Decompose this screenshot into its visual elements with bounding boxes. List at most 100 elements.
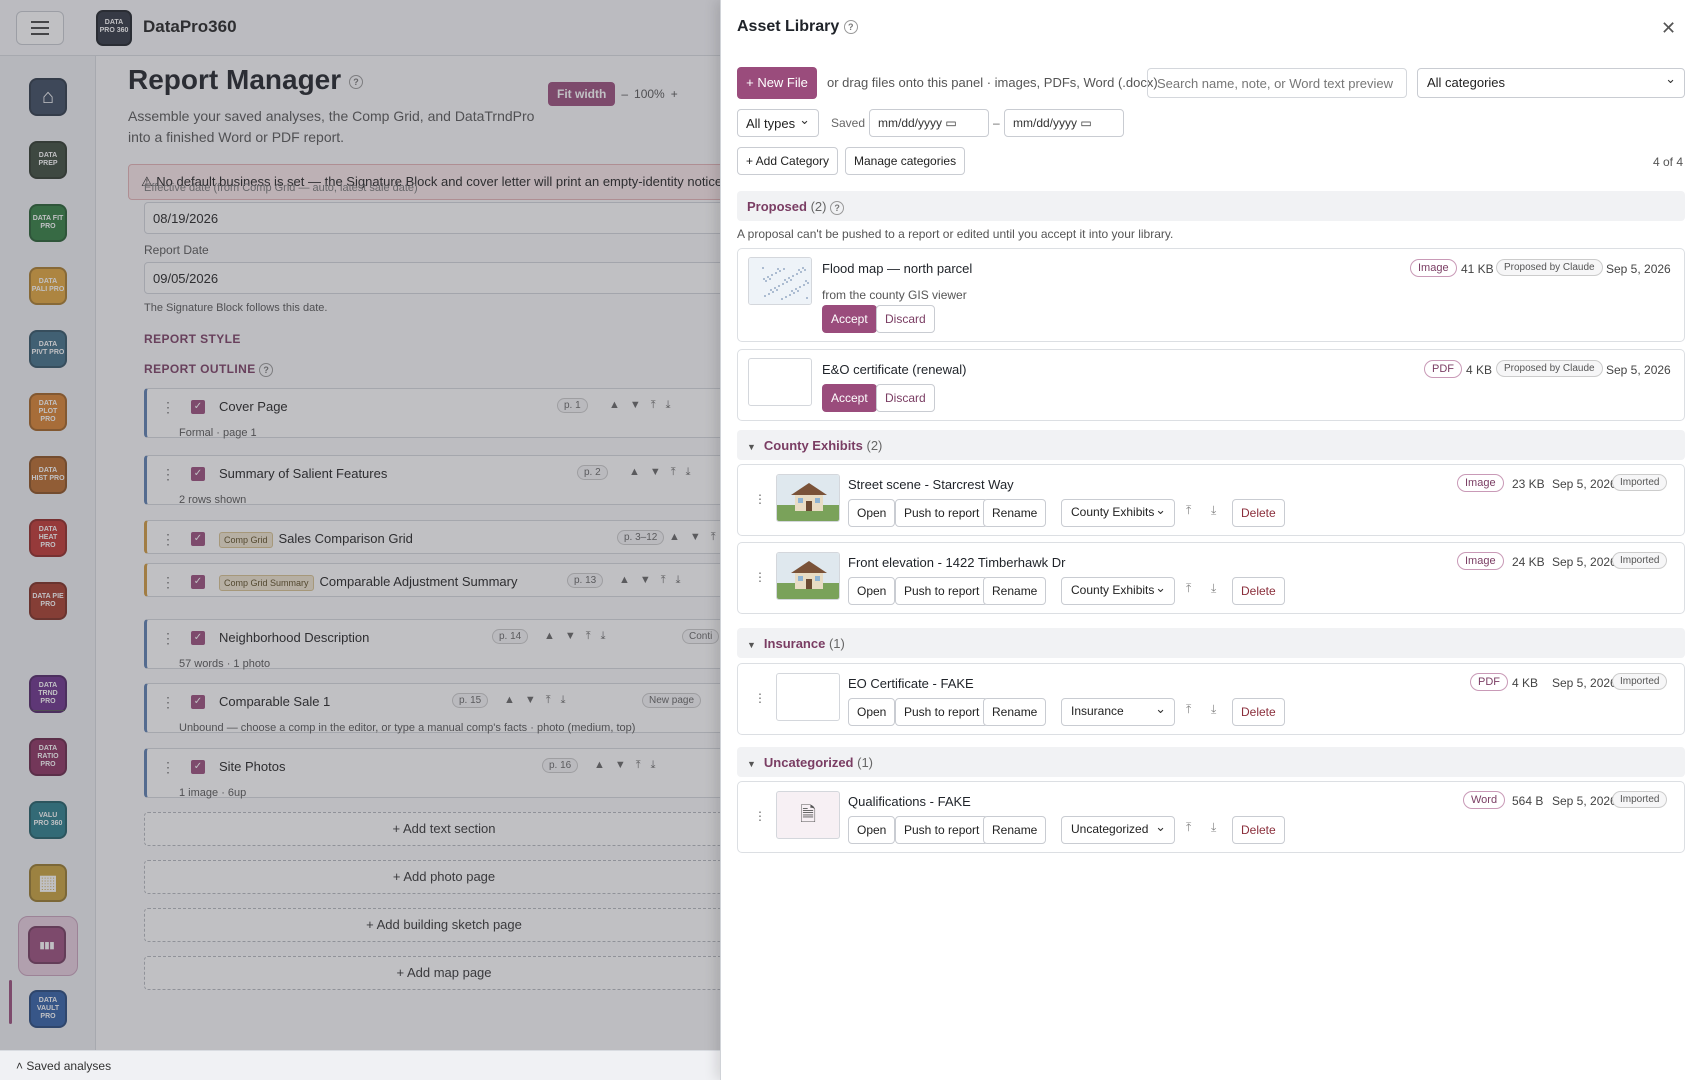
push-button[interactable]: Push to report bbox=[895, 577, 989, 605]
asset-card: ⋮ EO Certificate - FAKE Open Push to report… bbox=[737, 663, 1685, 735]
rename-button[interactable]: Rename bbox=[983, 816, 1047, 844]
date-to-field[interactable]: mm/dd/yyyy ▭ bbox=[1004, 109, 1124, 137]
asset-title: EO Certificate - FAKE bbox=[848, 676, 974, 691]
move-bottom-icon[interactable]: ⤓ bbox=[1211, 503, 1216, 518]
proposed-asset-card: E&O certificate (renewal) PDF 4 KB Proposed… bbox=[737, 349, 1685, 421]
asset-note: from the county GIS viewer bbox=[822, 288, 967, 302]
asset-thumbnail bbox=[776, 673, 840, 721]
asset-card: ⋮ Street scene - Starcrest Way Open Push to… bbox=[737, 464, 1685, 536]
proposed-asset-card: Flood map — north parcel from the county … bbox=[737, 248, 1685, 342]
type-badge: Image bbox=[1457, 552, 1504, 570]
move-bottom-icon[interactable]: ⤓ bbox=[1211, 820, 1216, 835]
saved-analyses-bar[interactable]: ˄ Saved analyses bbox=[0, 1050, 720, 1080]
search-input[interactable]: Search name, note, or Word text preview bbox=[1147, 68, 1407, 98]
proposed-by-badge: Proposed by Claude bbox=[1496, 360, 1603, 377]
category-group-header[interactable]: ▼ Insurance (1) bbox=[737, 628, 1685, 658]
drag-handle-icon[interactable]: ⋮ bbox=[754, 809, 766, 823]
type-filter[interactable]: All types bbox=[737, 109, 819, 137]
add-category-button[interactable]: + Add Category bbox=[737, 147, 839, 175]
new-file-button[interactable]: + New File bbox=[737, 67, 817, 99]
collapse-caret-icon[interactable]: ▼ bbox=[747, 442, 756, 452]
file-size: 564 B bbox=[1512, 794, 1544, 808]
delete-button[interactable]: Delete bbox=[1232, 577, 1285, 605]
group-label: Insurance bbox=[763, 636, 826, 651]
status-badge: Imported bbox=[1612, 552, 1668, 569]
proposed-by-badge: Proposed by Claude bbox=[1496, 259, 1603, 276]
date-saved: Sep 5, 2026 bbox=[1552, 794, 1617, 808]
date-from-field[interactable]: mm/dd/yyyy ▭ bbox=[869, 109, 989, 137]
drag-handle-icon[interactable]: ⋮ bbox=[754, 492, 766, 506]
accept-button[interactable]: Accept bbox=[822, 305, 877, 333]
rename-button[interactable]: Rename bbox=[983, 577, 1047, 605]
open-button[interactable]: Open bbox=[848, 816, 896, 844]
delete-button[interactable]: Delete bbox=[1232, 816, 1285, 844]
category-select[interactable]: County Exhibits bbox=[1061, 577, 1175, 605]
group-label: County Exhibits bbox=[763, 438, 863, 453]
document-icon: 🗎 bbox=[799, 804, 817, 826]
category-group-header[interactable]: ▼ County Exhibits (2) bbox=[737, 430, 1685, 460]
discard-button[interactable]: Discard bbox=[876, 305, 935, 333]
result-count: 4 of 4 bbox=[1653, 155, 1684, 169]
move-top-icon[interactable]: ⤒ bbox=[1186, 702, 1191, 717]
delete-button[interactable]: Delete bbox=[1232, 698, 1285, 726]
date-saved: Sep 5, 2026 bbox=[1552, 555, 1617, 569]
modal-backdrop[interactable] bbox=[0, 0, 720, 1080]
drag-handle-icon[interactable]: ⋮ bbox=[754, 691, 766, 705]
push-button[interactable]: Push to report bbox=[895, 816, 989, 844]
open-button[interactable]: Open bbox=[848, 577, 896, 605]
manage-categories-button[interactable]: Manage categories bbox=[845, 147, 966, 175]
status-badge: Imported bbox=[1612, 673, 1668, 690]
help-icon[interactable]: ? bbox=[843, 19, 858, 34]
push-button[interactable]: Push to report bbox=[895, 698, 989, 726]
move-bottom-icon[interactable]: ⤓ bbox=[1211, 581, 1216, 596]
accept-button[interactable]: Accept bbox=[822, 384, 877, 412]
drag-handle-icon[interactable]: ⋮ bbox=[754, 570, 766, 584]
drag-hint: or drag files onto this panel · images, … bbox=[827, 75, 1158, 90]
panel-title: Asset Library ? bbox=[737, 18, 858, 36]
file-size: 23 KB bbox=[1512, 477, 1545, 491]
move-bottom-icon[interactable]: ⤓ bbox=[1211, 702, 1216, 717]
discard-button[interactable]: Discard bbox=[876, 384, 935, 412]
move-top-icon[interactable]: ⤒ bbox=[1186, 581, 1191, 596]
close-icon[interactable]: ✕ bbox=[1661, 18, 1676, 39]
type-badge: PDF bbox=[1424, 360, 1462, 378]
caret-up-icon: ˄ bbox=[16, 1059, 24, 1073]
rename-button[interactable]: Rename bbox=[983, 698, 1047, 726]
move-top-icon[interactable]: ⤒ bbox=[1186, 503, 1191, 518]
delete-button[interactable]: Delete bbox=[1232, 499, 1285, 527]
open-button[interactable]: Open bbox=[848, 698, 896, 726]
category-select[interactable]: Insurance bbox=[1061, 698, 1175, 726]
category-filter[interactable]: All categories bbox=[1417, 68, 1685, 98]
move-top-icon[interactable]: ⤒ bbox=[1186, 820, 1191, 835]
asset-card: ⋮ 🗎 Qualifications - FAKE Open Push to repor… bbox=[737, 781, 1685, 853]
category-select[interactable]: Uncategorized bbox=[1061, 816, 1175, 844]
group-label: Uncategorized bbox=[763, 755, 854, 770]
open-button[interactable]: Open bbox=[848, 499, 896, 527]
date-saved: Sep 5, 2026 bbox=[1552, 477, 1617, 491]
asset-thumbnail bbox=[748, 257, 812, 305]
collapse-caret-icon[interactable]: ▼ bbox=[747, 759, 756, 769]
date-separator: – bbox=[993, 116, 1000, 130]
category-group-header[interactable]: ▼ Uncategorized (1) bbox=[737, 747, 1685, 777]
asset-title: Qualifications - FAKE bbox=[848, 794, 971, 809]
file-size: 24 KB bbox=[1512, 555, 1545, 569]
date-saved: Sep 5, 2026 bbox=[1606, 262, 1671, 276]
asset-title: Street scene - Starcrest Way bbox=[848, 477, 1014, 492]
push-button[interactable]: Push to report bbox=[895, 499, 989, 527]
asset-thumbnail bbox=[748, 358, 812, 406]
category-select[interactable]: County Exhibits bbox=[1061, 499, 1175, 527]
type-badge: Word bbox=[1463, 791, 1506, 809]
asset-title: E&O certificate (renewal) bbox=[822, 362, 967, 377]
collapse-caret-icon[interactable]: ▼ bbox=[747, 640, 756, 650]
file-size: 4 KB bbox=[1512, 676, 1539, 690]
rename-button[interactable]: Rename bbox=[983, 499, 1047, 527]
asset-library-panel: Asset Library ? ✕ + New File or drag fil… bbox=[720, 0, 1700, 1080]
help-icon[interactable]: ? bbox=[830, 200, 845, 215]
asset-title: Front elevation - 1422 Timberhawk Dr bbox=[848, 555, 1066, 570]
group-count: (1) bbox=[857, 755, 874, 770]
date-saved: Sep 5, 2026 bbox=[1552, 676, 1617, 690]
calendar-icon: ▭ bbox=[945, 116, 957, 130]
file-size: 4 KB bbox=[1466, 363, 1493, 377]
type-badge: PDF bbox=[1470, 673, 1508, 691]
date-saved: Sep 5, 2026 bbox=[1606, 363, 1671, 377]
